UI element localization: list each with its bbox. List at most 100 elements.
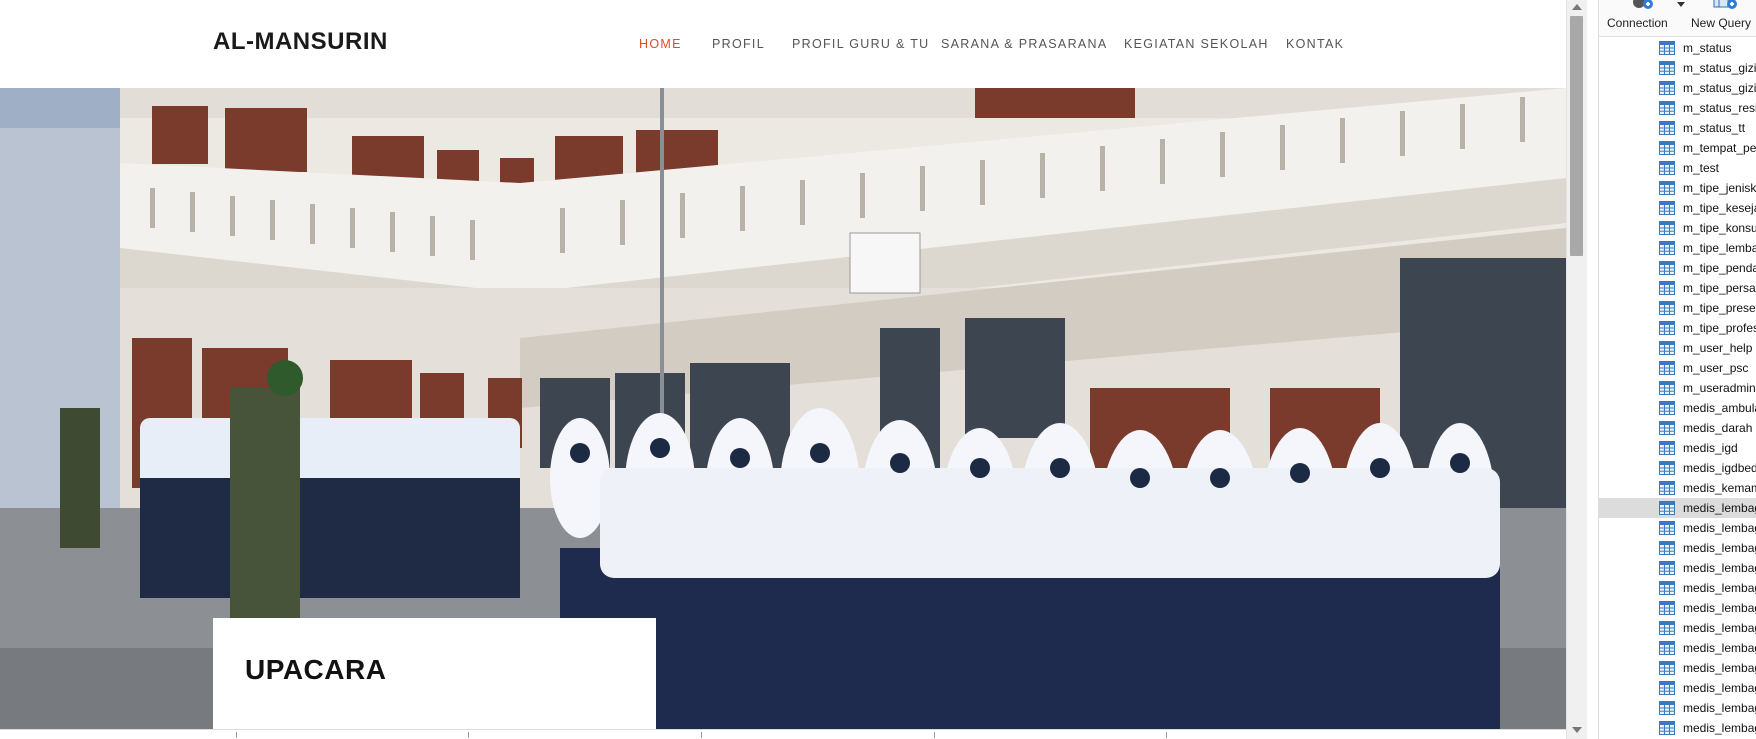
table-icon	[1659, 721, 1675, 735]
table-row[interactable]: medis_lembag	[1599, 578, 1756, 598]
table-icon	[1659, 61, 1675, 75]
table-row[interactable]: m_tipe_persali	[1599, 278, 1756, 298]
table-icon	[1659, 361, 1675, 375]
new-query-button[interactable]: New Query	[1691, 0, 1755, 36]
table-name: m_status	[1683, 41, 1732, 55]
table-icon	[1659, 41, 1675, 55]
slider-dot[interactable]	[236, 732, 237, 738]
table-name: medis_lembag	[1683, 621, 1756, 635]
table-row[interactable]: m_useradmin	[1599, 378, 1756, 398]
table-icon	[1659, 641, 1675, 655]
table-icon	[1659, 121, 1675, 135]
slider-dot[interactable]	[1166, 732, 1167, 738]
table-row[interactable]: medis_lembag	[1599, 498, 1756, 518]
table-icon	[1659, 261, 1675, 275]
table-row[interactable]: m_status	[1599, 38, 1756, 58]
table-row[interactable]: medis_lembag	[1599, 598, 1756, 618]
table-row[interactable]: medis_lembag	[1599, 618, 1756, 638]
table-row[interactable]: medis_darah	[1599, 418, 1756, 438]
table-row[interactable]: m_test	[1599, 158, 1756, 178]
table-name: medis_igdbed	[1683, 461, 1756, 475]
table-icon	[1659, 141, 1675, 155]
table-row[interactable]: medis_lembag	[1599, 558, 1756, 578]
scroll-down-arrow-icon[interactable]	[1572, 727, 1582, 733]
table-row[interactable]: m_user_help	[1599, 338, 1756, 358]
table-name: m_status_tt	[1683, 121, 1746, 135]
nav-sarana-prasarana[interactable]: SARANA & PRASARANA	[941, 37, 1108, 51]
connection-label: Connection	[1607, 16, 1668, 30]
nav-kegiatan-sekolah[interactable]: KEGIATAN SEKOLAH	[1124, 37, 1269, 51]
table-icon	[1659, 481, 1675, 495]
table-icon	[1659, 521, 1675, 535]
table-row[interactable]: medis_igdbed	[1599, 458, 1756, 478]
table-icon	[1659, 221, 1675, 235]
table-row[interactable]: medis_lembag	[1599, 698, 1756, 718]
table-name: m_tipe_keseja	[1683, 201, 1756, 215]
table-row[interactable]: m_tipe_preser	[1599, 298, 1756, 318]
connection-dropdown[interactable]	[1675, 0, 1689, 36]
table-row[interactable]: m_tipe_keseja	[1599, 198, 1756, 218]
table-row[interactable]: medis_kemam	[1599, 478, 1756, 498]
site-logo[interactable]: AL-MANSURIN	[213, 28, 388, 56]
table-icon	[1659, 681, 1675, 695]
table-icon	[1659, 301, 1675, 315]
table-row[interactable]: medis_lembag	[1599, 678, 1756, 698]
table-row[interactable]: medis_ambula	[1599, 398, 1756, 418]
table-row[interactable]: medis_lembag	[1599, 638, 1756, 658]
table-row[interactable]: m_user_psc	[1599, 358, 1756, 378]
slider-dot[interactable]	[468, 732, 469, 738]
table-row[interactable]: medis_lembag	[1599, 718, 1756, 738]
page-scrollbar[interactable]	[1566, 0, 1587, 739]
slider-dot[interactable]	[701, 732, 702, 738]
table-icon	[1659, 501, 1675, 515]
table-name: medis_lembag	[1683, 521, 1756, 535]
table-name: m_test	[1683, 161, 1720, 175]
new-query-icon	[1713, 0, 1737, 9]
slider-pagination	[0, 729, 1566, 739]
nav-home[interactable]: HOME	[639, 37, 682, 51]
table-row[interactable]: medis_igd	[1599, 438, 1756, 458]
table-name: medis_igd	[1683, 441, 1738, 455]
nav-profil[interactable]: PROFIL	[712, 37, 765, 51]
table-row[interactable]: m_status_tt	[1599, 118, 1756, 138]
hero-caption-box: UPACARA	[213, 618, 656, 730]
table-icon	[1659, 381, 1675, 395]
table-icon	[1659, 321, 1675, 335]
table-row[interactable]: m_tipe_konsu	[1599, 218, 1756, 238]
nav-kontak[interactable]: KONTAK	[1286, 37, 1344, 51]
table-row[interactable]: m_status_gizi_	[1599, 58, 1756, 78]
school-website: AL-MANSURIN HOME PROFIL PROFIL GURU & TU…	[0, 0, 1566, 739]
table-row[interactable]: m_tipe_jenisk	[1599, 178, 1756, 198]
table-name: medis_lembag	[1683, 701, 1756, 715]
table-row[interactable]: medis_lembag	[1599, 538, 1756, 558]
table-row[interactable]: m_tempat_per	[1599, 138, 1756, 158]
scrollbar-thumb[interactable]	[1570, 16, 1583, 256]
nav-profil-guru-tu[interactable]: PROFIL GURU & TU	[792, 37, 929, 51]
table-name: m_tipe_persali	[1683, 281, 1756, 295]
table-icon	[1659, 601, 1675, 615]
table-row[interactable]: m_status_resik	[1599, 98, 1756, 118]
table-icon	[1659, 161, 1675, 175]
table-name: medis_lembag	[1683, 561, 1756, 575]
table-name: m_tempat_per	[1683, 141, 1756, 155]
slider-dot[interactable]	[934, 732, 935, 738]
table-row[interactable]: medis_lembag	[1599, 658, 1756, 678]
connection-button[interactable]: Connection	[1607, 0, 1673, 36]
table-name: m_tipe_penda	[1683, 261, 1756, 275]
table-name: m_status_resik	[1683, 101, 1756, 115]
table-row[interactable]: medis_lembag	[1599, 518, 1756, 538]
table-row[interactable]: m_tipe_lemba	[1599, 238, 1756, 258]
table-icon	[1659, 441, 1675, 455]
table-icon	[1659, 101, 1675, 115]
table-icon	[1659, 661, 1675, 675]
table-row[interactable]: m_tipe_profes	[1599, 318, 1756, 338]
scroll-up-arrow-icon[interactable]	[1572, 4, 1582, 10]
table-icon	[1659, 541, 1675, 555]
table-row[interactable]: m_tipe_penda	[1599, 258, 1756, 278]
table-icon	[1659, 461, 1675, 475]
table-row[interactable]: m_status_gizi_	[1599, 78, 1756, 98]
table-name: medis_lembag	[1683, 501, 1756, 515]
table-name: m_user_help	[1683, 341, 1753, 355]
database-explorer-panel: Connection New Query m_status m_status_gi…	[1598, 0, 1756, 739]
table-name: m_status_gizi_	[1683, 61, 1756, 75]
